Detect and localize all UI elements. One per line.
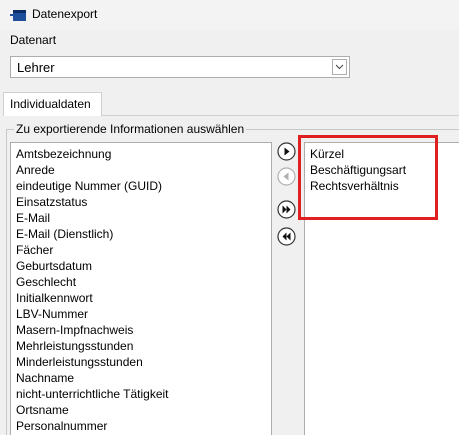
app-icon: [10, 10, 26, 21]
datenexport-window: Datenexport Datenart Lehrer Individualda…: [0, 0, 459, 435]
list-item[interactable]: eindeutige Nummer (GUID): [16, 178, 162, 194]
arrow-left-icon: [277, 167, 296, 186]
list-item[interactable]: LBV-Nummer: [16, 306, 88, 322]
datenart-label: Datenart: [10, 33, 57, 47]
available-fields-list[interactable]: Amtsbezeichnung Anrede eindeutige Nummer (…: [10, 142, 272, 435]
dropdown-button[interactable]: [332, 59, 347, 75]
window-title: Datenexport: [32, 7, 98, 21]
add-selected-button[interactable]: [277, 142, 296, 161]
add-all-button[interactable]: [277, 200, 296, 219]
list-item[interactable]: Ortsname: [16, 402, 69, 418]
list-item[interactable]: E-Mail (Dienstlich): [16, 226, 113, 242]
title-bar: Datenexport: [0, 0, 459, 30]
list-item[interactable]: Geburtsdatum: [16, 258, 92, 274]
list-item[interactable]: Minderleistungsstunden: [16, 354, 143, 370]
double-arrow-right-icon: [277, 200, 296, 219]
list-item[interactable]: Personalnummer: [16, 418, 107, 434]
list-item[interactable]: Initialkennwort: [16, 290, 93, 306]
list-item[interactable]: Amtsbezeichnung: [16, 146, 111, 162]
remove-all-button[interactable]: [277, 227, 296, 246]
list-item[interactable]: Fächer: [16, 242, 53, 258]
tab-individualdaten[interactable]: Individualdaten: [3, 92, 102, 116]
remove-selected-button[interactable]: [277, 167, 296, 186]
list-item[interactable]: nicht-unterrichtliche Tätigkeit: [16, 386, 169, 402]
datenart-combobox[interactable]: Lehrer: [10, 56, 350, 78]
datenart-selected-value: Lehrer: [17, 60, 55, 75]
chevron-down-icon: [335, 64, 344, 70]
list-item[interactable]: E-Mail: [16, 210, 50, 226]
highlight-annotation: [298, 135, 438, 220]
list-item[interactable]: Mehrleistungsstunden: [16, 338, 133, 354]
list-item[interactable]: Anrede: [16, 162, 55, 178]
arrow-right-icon: [277, 142, 296, 161]
list-item[interactable]: Einsatzstatus: [16, 194, 87, 210]
list-item[interactable]: Nachname: [16, 370, 74, 386]
list-item[interactable]: Masern-Impfnachweis: [16, 322, 133, 338]
double-arrow-left-icon: [277, 227, 296, 246]
list-item[interactable]: Geschlecht: [16, 274, 76, 290]
tab-strip: Individualdaten: [0, 92, 459, 116]
groupbox-title: Zu exportierende Informationen auswählen: [14, 122, 247, 136]
tab-label: Individualdaten: [10, 97, 91, 111]
